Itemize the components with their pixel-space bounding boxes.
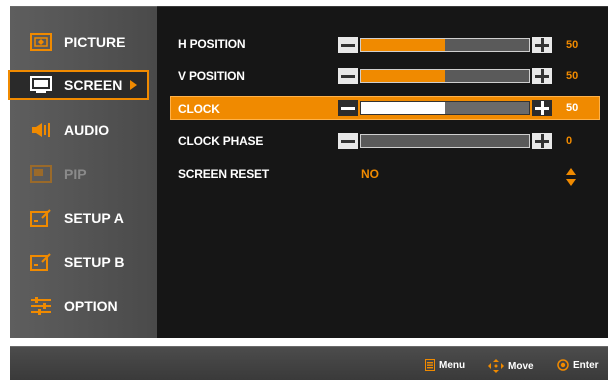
up-down-arrows-icon[interactable] — [565, 167, 577, 187]
sidebar-item-label: SETUP B — [64, 254, 125, 270]
minus-icon[interactable] — [338, 100, 358, 116]
minus-icon[interactable] — [338, 37, 358, 53]
screen-icon — [30, 75, 52, 95]
slider-track[interactable] — [360, 38, 530, 52]
plus-icon[interactable] — [532, 68, 552, 84]
sidebar-item-setup-b[interactable]: SETUP B — [10, 244, 147, 280]
slider-track[interactable] — [360, 101, 530, 115]
sidebar-item-option[interactable]: OPTION — [10, 288, 147, 324]
sidebar-item-setup-a[interactable]: SETUP A — [10, 200, 147, 236]
sidebar-item-label: SETUP A — [64, 210, 124, 226]
sidebar-item-audio[interactable]: AUDIO — [10, 112, 147, 148]
screen-reset-value[interactable]: NO — [361, 167, 379, 181]
clock-value: 50 — [566, 102, 579, 114]
clock-slider[interactable] — [338, 100, 552, 116]
enter-hint: Enter — [557, 359, 599, 371]
sidebar-item-label: SCREEN — [64, 77, 123, 93]
slider-track[interactable] — [360, 69, 530, 83]
sidebar-item-label: PICTURE — [64, 34, 126, 50]
setup-a-icon — [30, 208, 52, 228]
clock-label[interactable]: CLOCK — [178, 102, 220, 116]
sidebar-item-picture[interactable]: PICTURE — [10, 24, 147, 60]
v-position-value: 50 — [566, 70, 579, 82]
menu-hint: Menu — [425, 359, 465, 371]
menu-icon — [425, 359, 435, 371]
h-position-label: H POSITION — [178, 37, 246, 51]
slider-fill — [361, 102, 445, 114]
sidebar-item-label: PIP — [64, 166, 87, 182]
clock-phase-label: CLOCK PHASE — [178, 134, 264, 148]
clock-phase-slider[interactable] — [338, 133, 552, 149]
picture-icon — [30, 32, 52, 52]
chevron-right-icon — [130, 80, 138, 90]
slider-fill — [361, 39, 445, 51]
screen-reset-label: SCREEN RESET — [178, 167, 269, 181]
audio-icon — [30, 120, 52, 140]
setup-b-icon — [30, 252, 52, 272]
h-position-value: 50 — [566, 39, 579, 51]
v-position-slider[interactable] — [338, 68, 552, 84]
plus-icon[interactable] — [532, 133, 552, 149]
sidebar-item-pip[interactable]: PIP — [10, 156, 147, 192]
v-position-label: V POSITION — [178, 69, 245, 83]
option-icon — [30, 296, 52, 316]
move-hint: Move — [488, 359, 534, 373]
plus-icon[interactable] — [532, 37, 552, 53]
move-icon — [488, 359, 504, 373]
pip-icon — [30, 164, 52, 184]
minus-icon[interactable] — [338, 133, 358, 149]
enter-icon — [557, 359, 569, 371]
sidebar-item-label: OPTION — [64, 298, 118, 314]
sidebar-item-screen[interactable]: SCREEN — [8, 70, 149, 100]
enter-hint-label: Enter — [573, 359, 599, 371]
plus-icon[interactable] — [532, 100, 552, 116]
slider-track[interactable] — [360, 134, 530, 148]
clock-phase-value: 0 — [566, 135, 573, 147]
h-position-slider[interactable] — [338, 37, 552, 53]
menu-hint-label: Menu — [439, 359, 466, 371]
minus-icon[interactable] — [338, 68, 358, 84]
slider-fill — [361, 70, 445, 82]
sidebar-item-label: AUDIO — [64, 122, 110, 138]
move-hint-label: Move — [508, 360, 534, 372]
